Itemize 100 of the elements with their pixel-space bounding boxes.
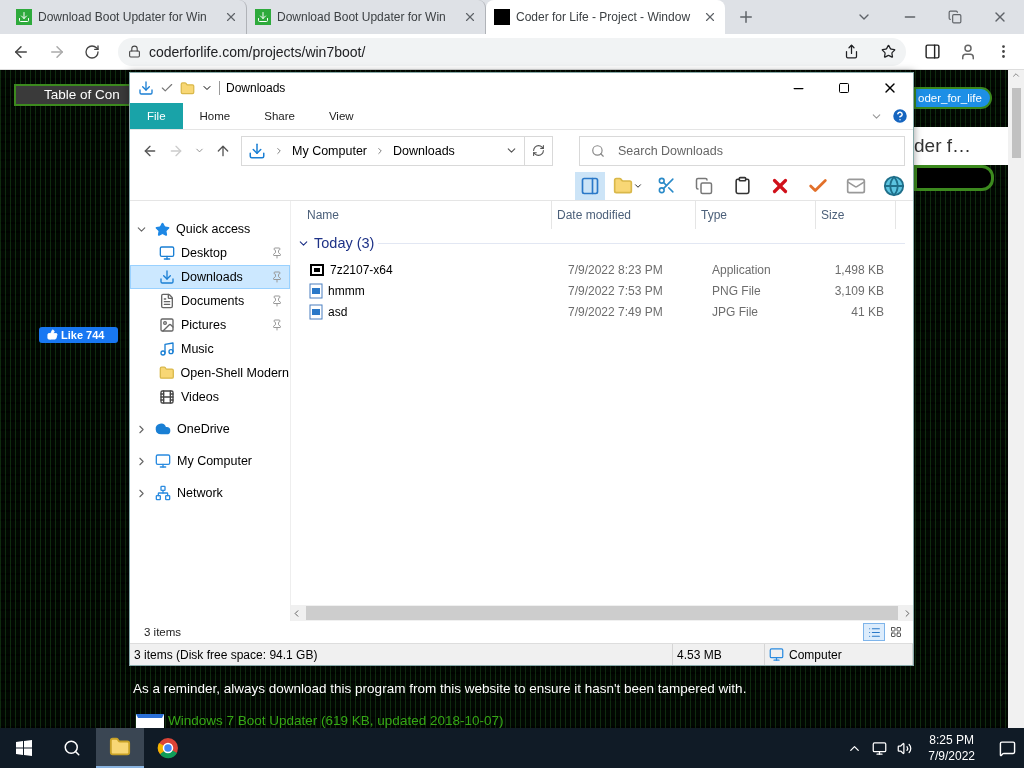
computer-icon: [769, 647, 784, 662]
clock[interactable]: 8:25 PM 7/9/2022: [928, 732, 975, 764]
thumbs-up-icon: [47, 329, 58, 341]
column-header[interactable]: Type: [696, 201, 816, 229]
scrollbar-thumb[interactable]: [1011, 88, 1021, 158]
nav-item[interactable]: Open-Shell Modern: [130, 361, 290, 385]
volume-icon[interactable]: [897, 740, 913, 756]
page-scrollbar[interactable]: [1008, 70, 1024, 728]
film-icon: [159, 389, 175, 405]
ribbon-tab[interactable]: Home: [182, 103, 248, 129]
nav-item[interactable]: OneDrive: [130, 417, 290, 441]
maximize-icon[interactable]: [838, 82, 850, 94]
breadcrumb-item[interactable]: My Computer: [292, 143, 368, 158]
column-header[interactable]: Name: [291, 201, 552, 229]
address-bar[interactable]: My Computer Downloads: [241, 135, 525, 166]
breadcrumb-item[interactable]: Downloads: [393, 143, 455, 158]
globe-icon: [883, 174, 905, 197]
folder-icon: [613, 175, 633, 196]
monitor-icon: [155, 453, 171, 469]
network-icon: [155, 485, 171, 501]
search-icon[interactable]: [63, 739, 81, 757]
column-header[interactable]: Date modified: [552, 201, 696, 229]
status-size: 4.53 MB: [673, 644, 765, 665]
refresh-button[interactable]: [525, 135, 553, 166]
scissors-icon: [656, 176, 676, 195]
browser-logo-icon: [157, 737, 179, 759]
address-bar[interactable]: coderforlife.com/projects/win7boot/: [118, 37, 906, 66]
folder-icon: [159, 365, 175, 381]
size-cell-text: 1,498 KB: [833, 261, 885, 279]
start-icon[interactable]: [16, 740, 32, 756]
notifications-icon[interactable]: [999, 739, 1016, 757]
preview-pane-button[interactable]: [575, 171, 605, 200]
profile-icon[interactable]: [959, 42, 977, 61]
site-favicon-icon: [494, 9, 510, 25]
file-name[interactable]: hmmm: [328, 283, 365, 298]
size-cell-text: 3,109 KB: [833, 282, 885, 300]
network-status-icon[interactable]: [872, 740, 888, 756]
nav-item[interactable]: Videos: [130, 385, 290, 409]
properties-icon[interactable]: [160, 81, 174, 95]
group-header[interactable]: Today (3): [314, 235, 375, 251]
like-button[interactable]: Like 744: [39, 326, 118, 343]
download-favicon-icon: [255, 9, 271, 25]
status-location: Computer: [765, 644, 913, 665]
type-cell-text: PNG File: [711, 282, 762, 300]
table-of-contents-button[interactable]: Table of Con: [14, 84, 129, 106]
file-name[interactable]: 7z2107-x64: [330, 262, 393, 277]
file-explorer-taskbar-button[interactable]: [96, 728, 144, 768]
nav-item[interactable]: Quick access: [130, 217, 290, 241]
nav-item[interactable]: My Computer: [130, 449, 290, 473]
nav-item[interactable]: Desktop: [130, 241, 290, 265]
status-summary: 3 items (Disk free space: 94.1 GB): [130, 644, 673, 665]
copy-icon: [695, 176, 713, 195]
reload-icon[interactable]: [84, 43, 100, 60]
download-icon: [138, 80, 154, 96]
restore-icon[interactable]: [948, 10, 962, 24]
cloud-icon: [155, 421, 171, 437]
column-header[interactable]: Size: [816, 201, 896, 229]
star-icon: [155, 221, 170, 237]
ribbon-tab[interactable]: View: [311, 103, 371, 129]
file-name[interactable]: asd: [328, 304, 348, 319]
nav-item[interactable]: Music: [130, 337, 290, 361]
image-file-icon: [309, 282, 323, 299]
refresh-icon: [532, 144, 545, 157]
date-cell-text: 7/9/2022 7:49 PM: [567, 303, 664, 321]
clipboard-icon: [732, 176, 752, 195]
download-link[interactable]: Windows 7 Boot Updater (619 KB, updated 2018-10-07): [168, 713, 504, 728]
lock-icon: [128, 45, 141, 58]
item-count: 3 items: [144, 626, 182, 638]
music-note-icon: [159, 341, 175, 357]
new-tab-icon[interactable]: [737, 8, 755, 26]
card-title: der f…: [914, 127, 1008, 165]
desktop-icon: [159, 245, 175, 261]
size-cell-text: 41 KB: [850, 303, 885, 321]
search-icon: [591, 143, 605, 158]
image-file-icon: [309, 303, 323, 320]
browser-tab[interactable]: Coder for Life - Project - Window: [486, 0, 725, 34]
nav-item[interactable]: Pictures: [130, 313, 290, 337]
side-panel-icon[interactable]: [924, 43, 941, 60]
grid-icon: [890, 626, 902, 638]
window-icon: [136, 713, 164, 728]
picture-icon: [159, 317, 175, 333]
download-favicon-icon: [16, 9, 32, 25]
document-icon: [159, 293, 175, 309]
window-title: Downloads: [219, 81, 286, 95]
help-icon[interactable]: [891, 107, 909, 125]
nav-item[interactable]: Documents: [130, 289, 290, 313]
list-icon: [867, 625, 881, 639]
search-field[interactable]: Search Downloads: [579, 135, 905, 166]
scrollbar-thumb[interactable]: [306, 606, 898, 620]
horizontal-scrollbar[interactable]: [291, 605, 913, 621]
folder-icon: [109, 736, 131, 758]
close-icon[interactable]: [703, 10, 717, 24]
bookmark-star-icon[interactable]: [881, 44, 896, 59]
ribbon-tab[interactable]: Share: [247, 103, 312, 129]
nav-item[interactable]: Downloads: [130, 265, 290, 289]
reminder-text: As a reminder, always download this program from this website to ensure it hasn't been tampered with.: [133, 681, 748, 696]
app-icon: [309, 261, 325, 278]
share-icon[interactable]: [844, 44, 859, 59]
download-icon: [248, 141, 266, 160]
nav-item[interactable]: Network: [130, 481, 290, 505]
